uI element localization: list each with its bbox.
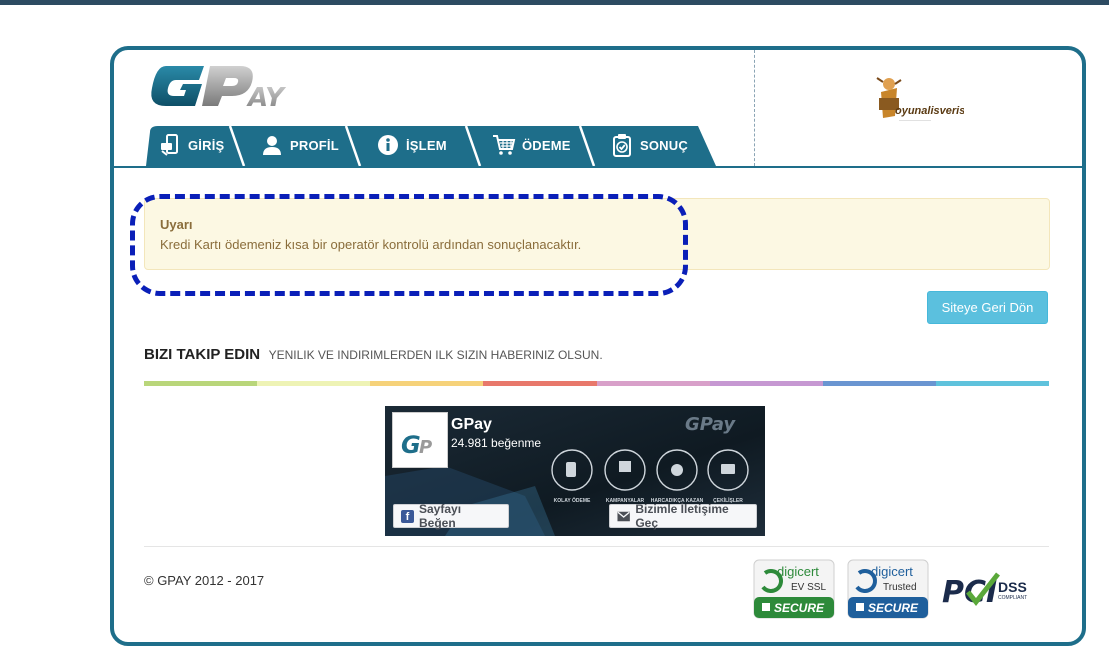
copyright: © GPAY 2012 - 2017 <box>144 573 265 588</box>
pci-dss-badge[interactable]: PCI DSS COMPLIANT <box>940 566 1034 610</box>
feature-label: KOLAY ÖDEME <box>554 497 591 504</box>
color-stripe-segment <box>596 381 710 386</box>
follow-title: BIZI TAKIP EDIN <box>144 346 261 363</box>
follow-subtitle: YENILIK VE INDIRIMLERDEN ILK SIZIN HABER… <box>268 348 603 362</box>
merchant-logo: oyunalisveris ———————— <box>876 77 964 122</box>
like-label: Sayfayı Beğen <box>419 502 462 530</box>
badge-brand: digicert <box>777 564 819 579</box>
svg-text:GPay: GPay <box>685 414 736 435</box>
svg-text:AY: AY <box>246 83 287 113</box>
header: AY GİRİŞ PROFİL İŞLEM ÖDEME SONUÇ oyunal… <box>114 50 1082 168</box>
svg-text:————————: ———————— <box>899 117 931 122</box>
badge-secure: SECURE <box>774 601 825 615</box>
follow-heading: BIZI TAKIP EDIN YENILIK VE INDIRIMLERDEN… <box>144 346 603 364</box>
page-name[interactable]: GPay <box>451 416 492 434</box>
tab-profil[interactable]: PROFİL <box>260 124 339 166</box>
step-tabs: GİRİŞ PROFİL İŞLEM ÖDEME SONUÇ <box>146 124 716 166</box>
contact-us-button[interactable]: Bizimle İletişime Geç <box>609 502 757 530</box>
tab-giris[interactable]: GİRİŞ <box>158 124 224 166</box>
page-likes: 24.981 beğenme <box>451 436 542 450</box>
tab-label: İŞLEM <box>406 137 447 153</box>
merchant-name: oyunalisveris <box>895 105 964 117</box>
svg-text:G: G <box>401 431 421 459</box>
color-stripe-segment <box>709 381 823 386</box>
badge-line2: EV SSL <box>791 582 826 593</box>
color-stripe-segment <box>370 381 484 386</box>
back-to-site-button[interactable]: Siteye Geri Dön <box>927 291 1048 324</box>
facebook-widget: GPay KOLAY ÖDEME KAMPANYALAR HARCADIKÇA … <box>385 406 765 536</box>
tab-label: GİRİŞ <box>188 137 225 153</box>
cart-icon <box>493 135 516 155</box>
tab-label: ÖDEME <box>522 137 571 153</box>
svg-text:P: P <box>419 437 432 458</box>
info-icon <box>378 135 398 155</box>
digicert-ev-ssl-badge[interactable]: digicert EV SSL SECURE <box>753 559 835 619</box>
tab-label: SONUÇ <box>640 137 688 153</box>
color-stripe-segment <box>935 381 1049 386</box>
user-icon <box>263 136 281 155</box>
badge-line2: DSS <box>998 579 1027 595</box>
badge-secure: SECURE <box>868 601 919 615</box>
tab-islem[interactable]: İŞLEM <box>376 124 447 166</box>
like-page-button[interactable]: f Sayfayı Beğen <box>393 502 509 530</box>
color-stripe-segment <box>822 381 936 386</box>
clipboard-check-icon <box>613 134 631 157</box>
contact-label: Bizimle İletişime Geç <box>635 502 729 530</box>
badge-brand: digicert <box>871 564 913 579</box>
color-stripe-segment <box>257 381 371 386</box>
top-bar <box>0 0 1109 5</box>
payment-card: AY GİRİŞ PROFİL İŞLEM ÖDEME SONUÇ oyunal… <box>110 46 1086 646</box>
envelope-icon <box>617 511 630 521</box>
header-divider <box>754 50 755 166</box>
tab-sonuc[interactable]: SONUÇ <box>610 124 688 166</box>
color-stripe <box>144 381 1049 386</box>
gpay-logo: AY <box>151 66 287 113</box>
badge-line2: Trusted <box>883 582 917 593</box>
footer-divider <box>144 546 1049 547</box>
color-stripe-segment <box>483 381 597 386</box>
digicert-trusted-badge[interactable]: digicert Trusted SECURE <box>847 559 929 619</box>
badge-compliant: COMPLIANT <box>998 595 1027 601</box>
page-avatar[interactable]: G P <box>392 412 448 468</box>
facebook-icon: f <box>401 509 414 523</box>
phone-card-icon <box>161 134 178 156</box>
tab-label: PROFİL <box>290 137 339 153</box>
color-stripe-segment <box>144 381 258 386</box>
highlight-outline <box>130 194 688 296</box>
tab-odeme[interactable]: ÖDEME <box>492 124 571 166</box>
